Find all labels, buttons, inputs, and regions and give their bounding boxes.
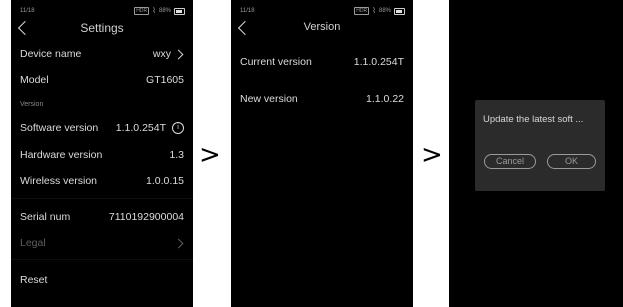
dialog-message: Update the latest soft ...	[483, 114, 584, 125]
serial-num-label: Serial num	[20, 211, 71, 223]
flow-arrow: >	[199, 140, 221, 170]
hardware-version-label: Hardware version	[20, 149, 103, 161]
hardware-version-row: Hardware version 1.3	[20, 145, 184, 165]
reset-row[interactable]: Reset	[20, 270, 184, 290]
software-version-row[interactable]: Software version 1.1.0.254T i	[20, 118, 184, 138]
cancel-button[interactable]: Cancel	[484, 154, 536, 169]
status-bar: 11/18 HDR ⌇ 88%	[20, 7, 185, 17]
software-version-value: 1.1.0.254T	[115, 122, 166, 134]
reset-label: Reset	[20, 274, 48, 286]
hdr-badge: HDR	[134, 7, 150, 15]
serial-num-row: Serial num 7110192900004	[20, 207, 184, 227]
status-date: 11/18	[240, 8, 255, 14]
page-title: Version	[303, 21, 341, 33]
new-version-label: New version	[240, 93, 298, 105]
page-title: Settings	[80, 21, 124, 35]
device-name-label: Device name	[20, 48, 82, 60]
wifi-icon: ⌇	[372, 6, 376, 15]
divider	[11, 259, 193, 260]
version-screen: 11/18 HDR ⌇ 88% Version Current version …	[231, 0, 413, 307]
device-name-value: wxy	[152, 48, 171, 60]
battery-percent: 88%	[378, 8, 391, 14]
battery-icon	[174, 7, 185, 15]
model-label: Model	[20, 74, 49, 86]
software-version-label: Software version	[20, 122, 99, 134]
device-name-row[interactable]: Device name wxy	[20, 44, 184, 64]
titlebar: Settings	[11, 18, 193, 40]
update-screen: Update the latest soft ... Cancel OK	[449, 0, 623, 307]
version-section-label: Version	[20, 101, 44, 108]
update-dialog: Update the latest soft ... Cancel OK	[475, 100, 605, 191]
chevron-right-icon	[173, 238, 184, 248]
model-value: GT1605	[146, 74, 184, 86]
chevron-right-icon	[173, 49, 184, 59]
titlebar: Version	[231, 18, 413, 40]
info-icon[interactable]: i	[172, 122, 184, 134]
legal-row[interactable]: Legal	[20, 233, 184, 253]
new-version-value: 1.1.0.22	[366, 93, 404, 105]
battery-icon	[394, 7, 405, 15]
serial-num-value: 7110192900004	[108, 211, 184, 223]
wifi-icon: ⌇	[152, 6, 156, 15]
battery-percent: 88%	[158, 8, 171, 14]
model-row: Model GT1605	[20, 70, 184, 90]
wireless-version-value: 1.0.0.15	[146, 175, 184, 187]
wireless-version-label: Wireless version	[20, 175, 98, 187]
new-version-row[interactable]: New version 1.1.0.22	[240, 89, 404, 109]
flow-arrow: >	[421, 140, 443, 170]
status-bar: 11/18 HDR ⌇ 88%	[240, 7, 405, 17]
hdr-badge: HDR	[354, 7, 370, 15]
legal-label: Legal	[20, 237, 46, 249]
hardware-version-value: 1.3	[169, 149, 184, 161]
current-version-row: Current version 1.1.0.254T	[240, 52, 404, 72]
current-version-value: 1.1.0.254T	[353, 56, 404, 68]
current-version-label: Current version	[240, 56, 312, 68]
settings-screen: 11/18 HDR ⌇ 88% Settings Device name wxy…	[11, 0, 193, 307]
ok-button[interactable]: OK	[547, 154, 596, 169]
divider	[11, 198, 193, 199]
status-date: 11/18	[20, 8, 35, 14]
wireless-version-row: Wireless version 1.0.0.15	[20, 171, 184, 191]
